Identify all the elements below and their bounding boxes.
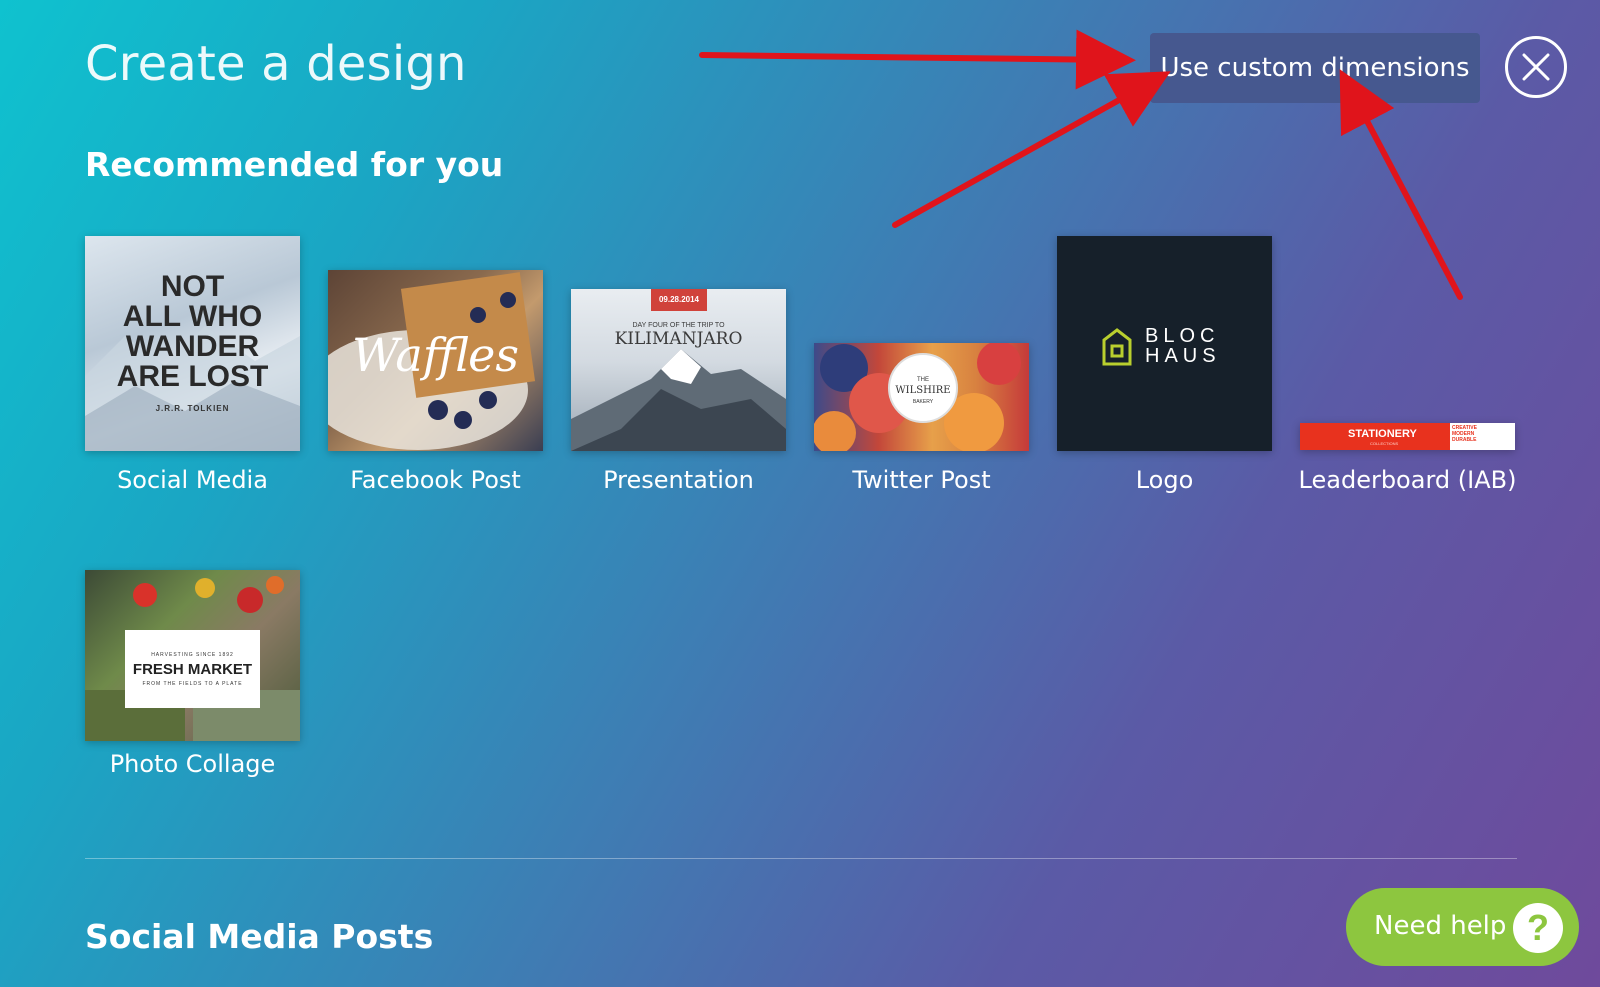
card-label: Photo Collage xyxy=(109,750,276,778)
card-label: Presentation xyxy=(603,466,754,494)
question-icon: ? xyxy=(1513,903,1563,953)
social-media-thumbnail: NOT ALL WHO WANDER ARE LOST J.R.R. TOLKI… xyxy=(85,236,300,451)
leaderboard-brand: STATIONERY xyxy=(1348,428,1417,440)
card-label: Leaderboard (IAB) xyxy=(1298,466,1517,494)
leaderboard-thumbnail: STATIONERY COLLECTIONS CREATIVE MODERN D… xyxy=(1300,423,1515,450)
waffles-script: Waffles xyxy=(352,328,519,382)
facebook-post-thumbnail: Waffles xyxy=(328,270,543,451)
badge-bottom: BAKERY xyxy=(912,399,934,405)
design-card-social-media[interactable]: NOT ALL WHO WANDER ARE LOST J.R.R. TOLKI… xyxy=(85,236,300,506)
close-icon xyxy=(1522,53,1550,81)
collage-top-text: HARVESTING SINCE 1892 xyxy=(151,652,234,658)
annotation-arrow xyxy=(699,29,1136,90)
house-icon xyxy=(1102,328,1132,366)
collage-title: FRESH MARKET xyxy=(132,661,253,678)
bakery-badge: THE WILSHIRE BAKERY xyxy=(888,353,958,423)
need-help-button[interactable]: Need help ? xyxy=(1346,888,1579,966)
twitter-post-thumbnail: THE WILSHIRE BAKERY xyxy=(814,343,1029,451)
leaderboard-sub: COLLECTIONS xyxy=(1370,441,1399,446)
use-custom-dimensions-button[interactable]: Use custom dimensions xyxy=(1150,33,1480,103)
card-label: Social Media xyxy=(117,466,268,494)
card-label: Facebook Post xyxy=(350,466,521,494)
leaderboard-tag: DURABLE xyxy=(1452,437,1477,443)
social-media-posts-heading: Social Media Posts xyxy=(85,917,434,956)
logo-line: BLOC xyxy=(1145,325,1220,347)
page-title: Create a design xyxy=(85,36,467,92)
quote-line: ARE LOST xyxy=(116,360,269,393)
collage-bottom-text: FROM THE FIELDS TO A PLATE xyxy=(142,681,243,687)
badge-top: THE xyxy=(917,377,929,383)
design-card-facebook-post[interactable]: Waffles Facebook Post xyxy=(328,236,543,506)
logo-thumbnail: BLOC HAUS xyxy=(1057,236,1272,451)
badge-name: WILSHIRE xyxy=(895,385,951,396)
section-divider xyxy=(85,858,1517,859)
design-card-presentation[interactable]: 09.28.2014 DAY FOUR OF THE TRIP TO KILIM… xyxy=(571,236,786,506)
design-card-logo[interactable]: BLOC HAUS Logo xyxy=(1057,236,1272,506)
quote-credit: J.R.R. TOLKIEN xyxy=(155,404,230,413)
design-card-twitter-post[interactable]: THE WILSHIRE BAKERY Twitter Post xyxy=(814,236,1029,506)
photo-collage-thumbnail: HARVESTING SINCE 1892 FRESH MARKET FROM … xyxy=(85,570,300,741)
quote-line: ALL WHO xyxy=(122,300,263,333)
custom-dimensions-label: Use custom dimensions xyxy=(1160,53,1470,83)
close-button[interactable] xyxy=(1505,36,1567,98)
design-card-leaderboard[interactable]: STATIONERY COLLECTIONS CREATIVE MODERN D… xyxy=(1299,236,1516,506)
slide-subtitle: DAY FOUR OF THE TRIP TO xyxy=(632,322,725,329)
quote-line: NOT xyxy=(160,270,225,303)
card-label: Twitter Post xyxy=(852,466,991,494)
presentation-thumbnail: 09.28.2014 DAY FOUR OF THE TRIP TO KILIM… xyxy=(571,289,786,451)
annotation-arrow xyxy=(892,71,1171,228)
mountain-image xyxy=(571,349,786,451)
need-help-label: Need help xyxy=(1374,911,1507,941)
collage-label-card: HARVESTING SINCE 1892 FRESH MARKET FROM … xyxy=(125,630,260,708)
quote-line: WANDER xyxy=(125,330,260,363)
design-card-photo-collage[interactable]: HARVESTING SINCE 1892 FRESH MARKET FROM … xyxy=(85,570,300,790)
slide-title: KILIMANJARO xyxy=(614,329,743,349)
card-label: Logo xyxy=(1135,466,1194,494)
recommended-heading: Recommended for you xyxy=(85,145,504,184)
date-badge: 09.28.2014 xyxy=(651,289,707,311)
logo-line: HAUS xyxy=(1145,345,1221,367)
